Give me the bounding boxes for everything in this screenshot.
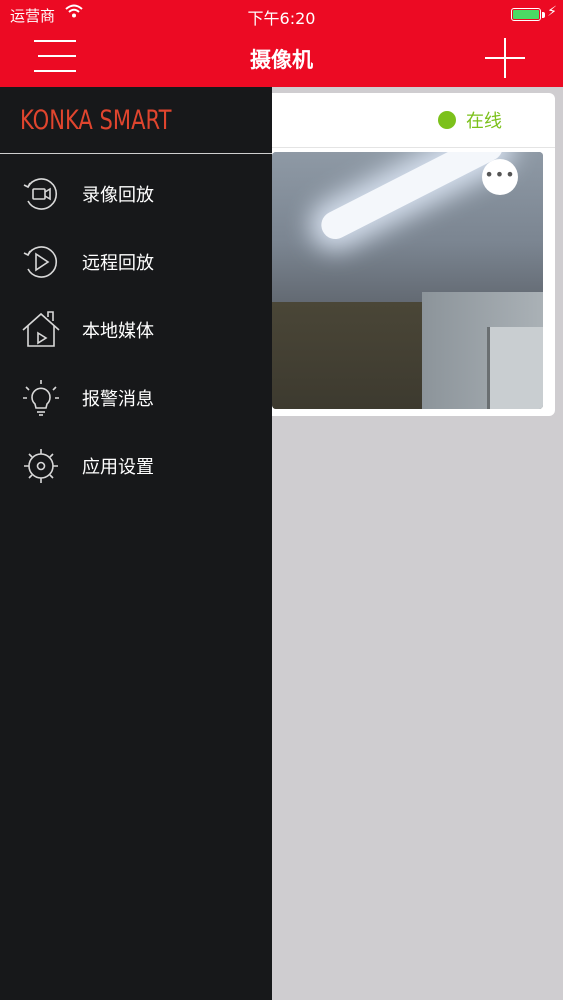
video-replay-icon [20,173,62,215]
drawer-item-app-settings[interactable]: 应用设置 [0,439,272,493]
camera-card[interactable]: 在线 ••• [262,93,555,416]
side-drawer: KONKA SMART 录像回放 远程回放 本地媒体 报警消息 应用设置 [0,87,272,1000]
remote-replay-icon [20,241,62,283]
page-title: 摄像机 [250,48,313,72]
drawer-item-video-replay[interactable]: 录像回放 [0,167,272,221]
home-media-icon [20,309,62,351]
drawer-item-remote-replay[interactable]: 远程回放 [0,235,272,289]
plus-icon[interactable] [483,36,527,80]
drawer-item-label: 报警消息 [82,389,154,410]
camera-preview[interactable]: ••• [272,152,543,409]
drawer-item-label: 应用设置 [82,457,154,478]
charging-icon: ⚡ [547,4,557,20]
drawer-item-label: 远程回放 [82,253,154,274]
more-options-button[interactable]: ••• [482,159,518,195]
clock: 下午6:20 [247,9,316,28]
brand-divider [0,153,272,154]
drawer-item-label: 录像回放 [82,185,154,206]
drawer-item-label: 本地媒体 [82,321,154,342]
top-bar: 运营商 下午6:20 ⚡ 摄像机 [0,0,563,87]
alarm-bulb-icon [20,377,62,419]
online-status: 在线 [438,107,502,133]
drawer-item-local-media[interactable]: 本地媒体 [0,303,272,357]
brand-logo: KONKA SMART [20,105,172,136]
online-status-label: 在线 [466,111,502,132]
drawer-item-alarm-messages[interactable]: 报警消息 [0,371,272,425]
more-icon: ••• [484,165,516,184]
battery-icon [511,8,541,21]
card-divider [262,147,555,148]
settings-gear-icon [20,445,62,487]
online-dot-icon [438,111,456,129]
status-bar: 运营商 下午6:20 ⚡ [0,0,563,30]
battery-tip [542,12,545,18]
